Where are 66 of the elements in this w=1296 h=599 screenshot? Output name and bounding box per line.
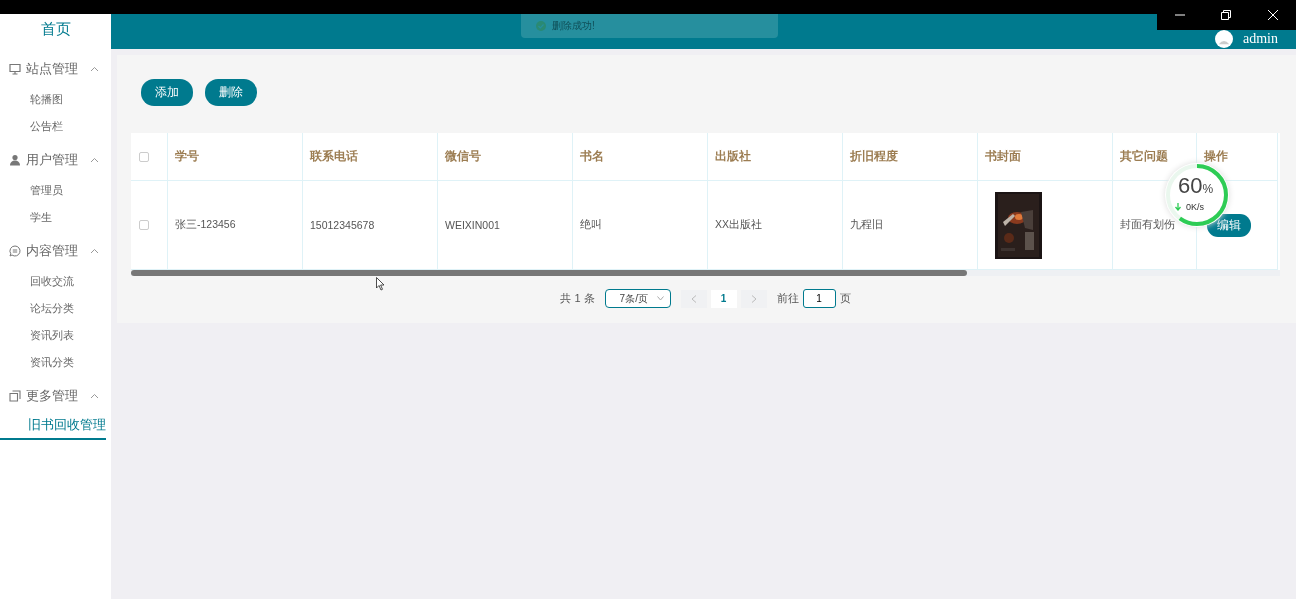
column-header: 联系电话 [310, 148, 358, 165]
download-arrow-icon [1175, 203, 1181, 211]
close-icon[interactable] [1266, 9, 1279, 21]
goto-label: 前往 [776, 291, 799, 306]
home-link[interactable]: 首页 [40, 14, 71, 49]
sidebar-item[interactable]: 回收交流 [0, 268, 74, 295]
page-suffix: 页 [839, 291, 851, 306]
menu-group[interactable]: 更多管理 [9, 385, 111, 407]
meter-percent: 60% [1178, 173, 1214, 199]
table-cell: 15012345678 [310, 219, 375, 231]
user-icon [9, 154, 21, 166]
table-cell: 九程旧 [850, 218, 883, 232]
table-cell: XX出版社 [715, 218, 762, 232]
sidebar-item[interactable]: 管理员 [0, 177, 63, 204]
chevron-right-icon [750, 294, 757, 303]
column-header: 折旧程度 [850, 148, 898, 165]
menu-group-label: 更多管理 [26, 387, 78, 405]
restore-icon[interactable] [1220, 9, 1233, 21]
sidebar-item[interactable]: 轮播图 [0, 86, 63, 113]
delete-button[interactable]: 删除 [205, 79, 257, 106]
sidebar-item[interactable]: 旧书回收管理 [0, 413, 106, 440]
menu-group-label: 用户管理 [26, 151, 78, 169]
table-cell: 绝叫 [580, 218, 602, 232]
add-button[interactable]: 添加 [141, 79, 193, 106]
toast-text: 删除成功! [552, 19, 595, 33]
chat-icon [9, 245, 21, 257]
avatar-icon[interactable] [1215, 30, 1233, 48]
chevron-down-icon [656, 296, 664, 301]
row-checkbox[interactable] [139, 220, 149, 230]
column-header: 微信号 [445, 148, 481, 165]
sidebar-item[interactable]: 资讯列表 [0, 322, 74, 349]
menu-group-label: 站点管理 [26, 60, 78, 78]
user-name[interactable]: admin [1243, 31, 1278, 47]
table-cell: WEIXIN001 [445, 219, 500, 231]
page-number[interactable]: 1 [710, 289, 737, 308]
column-header: 操作 [1204, 148, 1228, 165]
column-header: 书名 [580, 148, 604, 165]
caret-icon [90, 157, 99, 163]
chevron-left-icon [690, 294, 697, 303]
meter-speed: 0K/s [1186, 202, 1204, 212]
menu-group-label: 内容管理 [26, 242, 78, 260]
sidebar-item[interactable]: 公告栏 [0, 113, 63, 140]
table-cell: 张三-123456 [175, 218, 236, 232]
cursor-icon [376, 277, 386, 291]
horizontal-scrollbar[interactable] [131, 270, 1280, 276]
copy-icon [9, 390, 21, 402]
select-all-checkbox[interactable] [139, 151, 149, 162]
sidebar-item[interactable]: 学生 [0, 204, 52, 231]
caret-icon [90, 248, 99, 254]
caret-icon [90, 393, 99, 399]
sidebar-item[interactable]: 论坛分类 [0, 295, 74, 322]
column-header: 出版社 [715, 148, 751, 165]
sidebar-item[interactable]: 资讯分类 [0, 349, 74, 376]
page-size-select[interactable]: 7条/页 [604, 289, 671, 308]
menu-group[interactable]: 内容管理 [9, 240, 111, 262]
total-count: 共 1 条 [560, 291, 595, 306]
menu-group[interactable]: 用户管理 [9, 149, 111, 171]
column-header: 书封面 [985, 148, 1021, 165]
scrollbar-thumb[interactable] [131, 270, 967, 276]
caret-icon [90, 66, 99, 72]
menu-group[interactable]: 站点管理 [9, 58, 111, 80]
column-header: 学号 [175, 148, 199, 165]
page-input[interactable]: 1 [802, 289, 836, 308]
monitor-icon [9, 63, 21, 75]
column-header: 其它问题 [1120, 148, 1168, 165]
check-icon [536, 21, 546, 31]
